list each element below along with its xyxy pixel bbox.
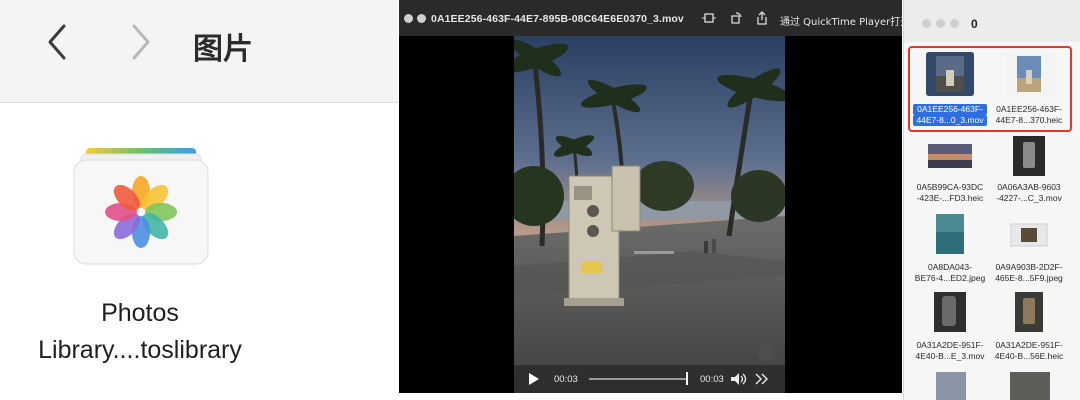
chevron-left-icon (48, 24, 66, 60)
finder-toolbar: 图片 (0, 0, 398, 103)
window-minimize-button[interactable] (936, 19, 945, 28)
share-icon[interactable] (755, 11, 769, 25)
file-name-line2: BE76-4...ED2.jpeg (914, 273, 986, 283)
file-name-line1: 0A9A903B-2D2F- (995, 262, 1063, 272)
playhead[interactable] (686, 372, 688, 385)
file-name-line2: 4E40-B...E_3.mov (915, 351, 985, 361)
file-name-line1: 0A8DA043- (928, 262, 972, 272)
selection-highlight (908, 46, 1072, 132)
thumbnail-video (1005, 134, 1053, 178)
video-frame[interactable]: 00:03 00:03 (514, 36, 785, 393)
elapsed-time: 00:03 (554, 374, 578, 385)
file-name-line1: 0A31A2DE-951F- (916, 340, 984, 350)
playback-controls: 00:03 00:03 (514, 365, 785, 393)
file-name-line2: -423E-...FD3.heic (916, 193, 984, 203)
grid-window-titlebar: 0 (904, 0, 1080, 42)
file-name-line1: 0A06A3AB-9603 (997, 182, 1061, 192)
thumbnail-image (926, 134, 974, 178)
chevron-right-icon (132, 24, 150, 60)
thumbnail-video (926, 290, 974, 334)
thumbnail-image (1005, 290, 1053, 334)
file-name-line2: 4E40-B...56E.heic (994, 351, 1064, 361)
player-titlebar: 0A1EE256-463F-44E7-895B-08C64E6E0370_3.m… (399, 0, 910, 36)
finder-window: 图片 Photos Library....toslibrary (0, 0, 398, 400)
window-title: 0 (971, 17, 978, 31)
file-name-line2: 465E-8...5F9.jpeg (995, 273, 1063, 283)
video-filename: 0A1EE256-463F-44E7-895B-08C64E6E0370_3.m… (431, 13, 684, 25)
timeline-scrubber[interactable] (589, 378, 687, 380)
window-close-button[interactable] (922, 19, 931, 28)
library-name-line2: Library....toslibrary (38, 336, 242, 364)
library-name-line1: Photos (101, 299, 179, 327)
close-button[interactable] (404, 14, 413, 23)
rotate-icon[interactable] (729, 11, 743, 25)
play-icon[interactable] (528, 373, 540, 385)
photos-library-icon[interactable] (72, 148, 210, 266)
volume-icon[interactable] (731, 373, 747, 385)
quick-look-player: 0A1EE256-463F-44E7-895B-08C64E6E0370_3.m… (399, 0, 910, 393)
thumbnail-partial[interactable] (936, 372, 966, 400)
thumbnail-partial[interactable] (1010, 372, 1050, 400)
file-name-line1: 0A31A2DE-951F- (995, 340, 1063, 350)
remaining-time: 00:03 (700, 374, 724, 385)
open-with-quicktime-button[interactable]: 通过 QuickTime Player打开 (780, 13, 910, 28)
file-name-line2: -4227-...C_3.mov (996, 193, 1062, 203)
fast-forward-icon[interactable] (755, 373, 769, 385)
file-name-line1: 0A5B99CA-93DC (916, 182, 984, 192)
folder-title: 图片 (193, 32, 253, 67)
window-zoom-button[interactable] (950, 19, 959, 28)
forward-button[interactable] (122, 22, 158, 62)
trim-icon[interactable] (702, 11, 716, 25)
back-button[interactable] (40, 22, 76, 62)
thumbnail-image (926, 212, 974, 256)
thumbnail-image (1005, 212, 1053, 256)
fullscreen-button[interactable] (417, 14, 426, 23)
